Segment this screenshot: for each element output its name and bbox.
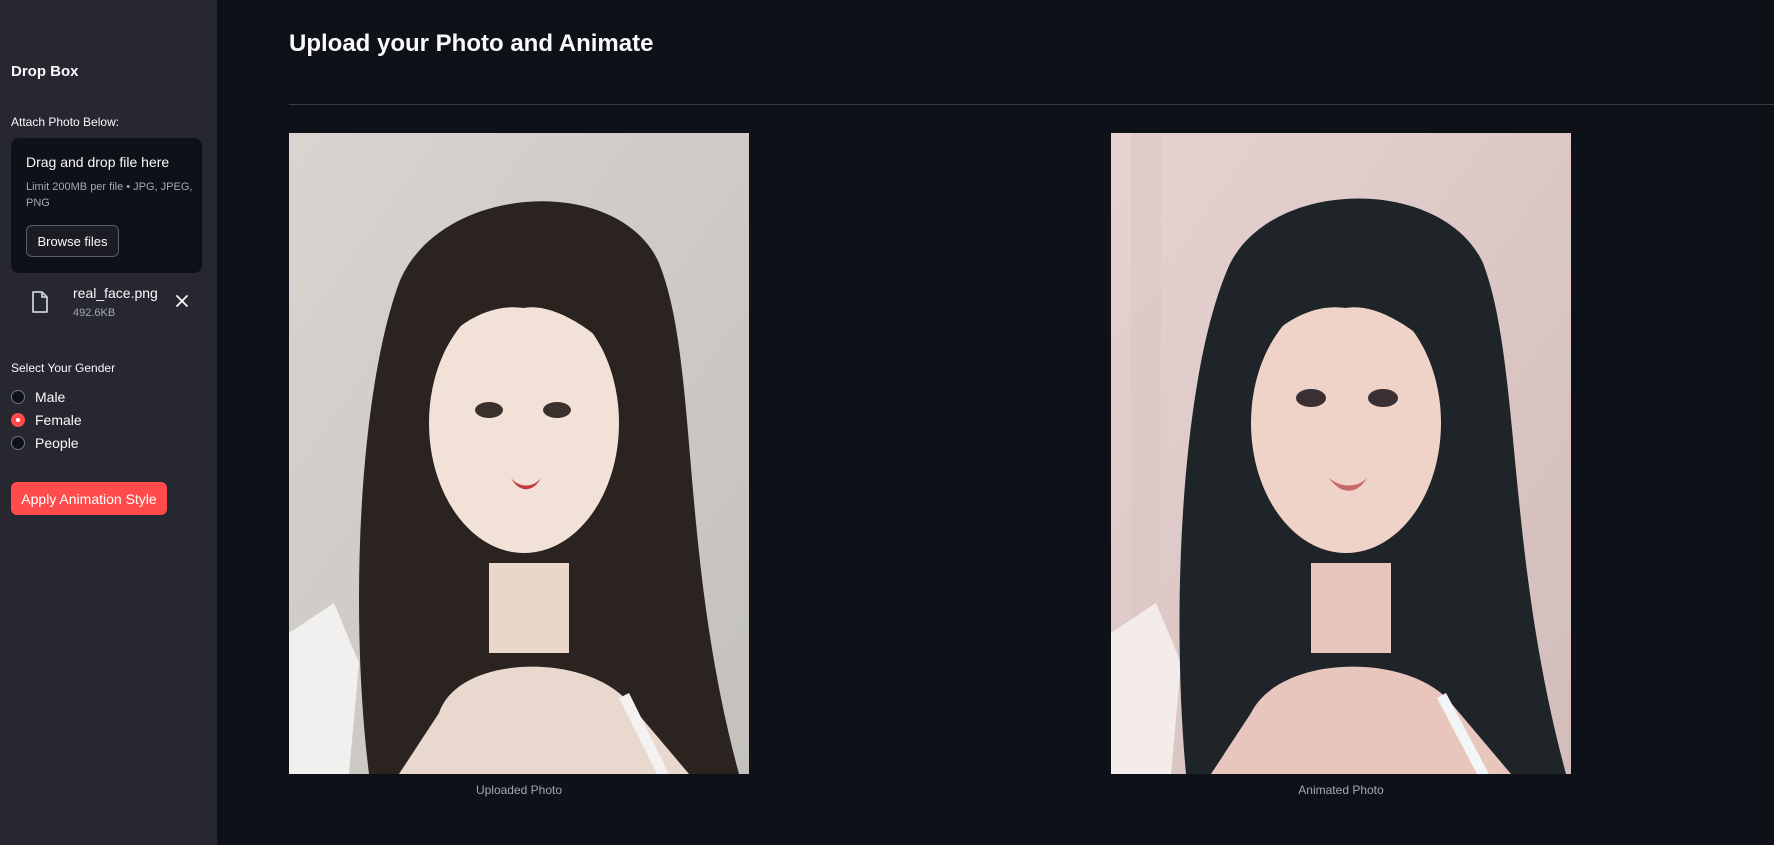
apply-animation-style-button[interactable]: Apply Animation Style [11,482,167,515]
radio-option-female[interactable]: Female [11,408,82,431]
animated-photo-caption: Animated Photo [1298,783,1384,797]
attach-photo-label: Attach Photo Below: [11,115,120,129]
radio-label: Female [35,411,82,428]
radio-button[interactable] [11,435,25,450]
dropzone-limit-text: Limit 200MB per file • JPG, JPEG, PNG [26,181,193,209]
gender-radio-group: Male Female People [11,385,82,454]
app: Drop Box Attach Photo Below: Drag and dr… [0,0,1774,845]
sidebar-title: Drop Box [11,63,79,80]
page-title: Upload your Photo and Animate [289,30,654,57]
close-icon[interactable] [171,290,193,312]
browse-files-button[interactable]: Browse files [26,225,119,257]
uploaded-photo [289,133,749,774]
uploaded-photo-caption: Uploaded Photo [475,783,563,797]
file-name: real_face.png [73,285,158,301]
uploaded-file-item: real_face.png 492.6KB [11,283,206,323]
radio-option-people[interactable]: People [11,431,82,454]
file-size: 492.6KB [73,307,116,319]
file-dropzone[interactable]: Drag and drop file here Limit 200MB per … [11,138,202,273]
radio-option-male[interactable]: Male [11,385,82,408]
file-icon [31,291,49,313]
radio-button[interactable] [11,389,25,404]
divider [289,104,1774,105]
radio-label: People [35,434,79,451]
radio-button[interactable] [11,412,25,427]
radio-label: Male [35,388,66,405]
animated-photo [1111,133,1571,774]
sidebar: Drop Box Attach Photo Below: Drag and dr… [0,0,217,845]
gender-label: Select Your Gender [11,361,116,375]
dropzone-title: Drag and drop file here [26,154,170,170]
